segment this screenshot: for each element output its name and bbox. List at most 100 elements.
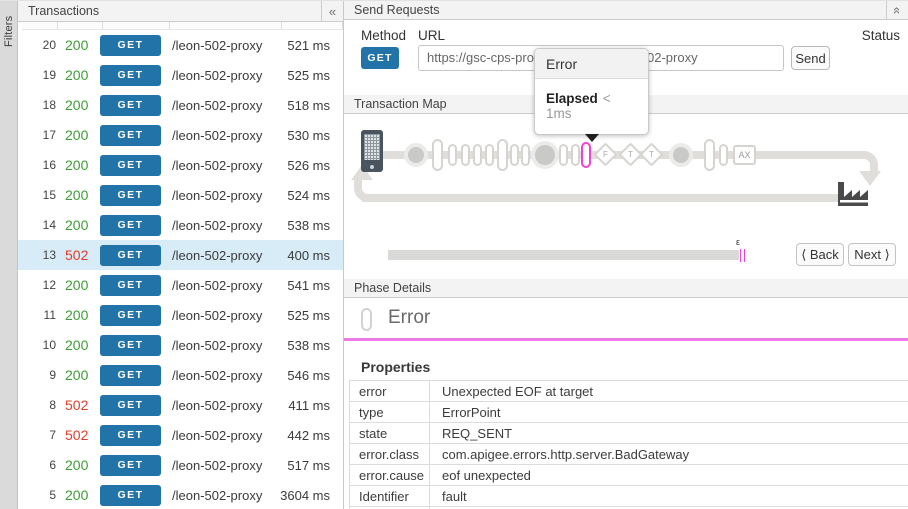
filters-sidebar[interactable]: Filters [0, 1, 18, 509]
error-marker-label: ε [736, 237, 740, 247]
method-badge: GET [100, 305, 161, 326]
transaction-map-title: Transaction Map [354, 97, 447, 111]
transactions-list: 20200GET/leon-502-proxy521 ms19200GET/le… [18, 30, 343, 509]
tooltip-body: Elapsed< 1ms [535, 79, 648, 134]
property-row: Identifierfault [350, 486, 908, 507]
request-path: /leon-502-proxy [172, 128, 269, 143]
transaction-id: 6 [18, 458, 56, 472]
flow-step-pill[interactable] [497, 139, 508, 171]
response-time: 538 ms [269, 338, 343, 353]
transaction-row[interactable]: 8502GET/leon-502-proxy411 ms [18, 390, 343, 420]
send-button[interactable]: Send [791, 46, 830, 70]
transaction-id: 8 [18, 398, 56, 412]
method-badge: GET [100, 425, 161, 446]
url-value-start: https://gsc-cps-pro [427, 50, 534, 65]
transaction-row[interactable]: 7502GET/leon-502-proxy442 ms [18, 420, 343, 450]
flow-step-pill[interactable] [559, 144, 568, 166]
property-row: error.classcom.apigee.errors.http.server… [350, 444, 908, 465]
transaction-id: 13 [18, 248, 56, 262]
collapse-up-icon[interactable]: « [886, 1, 908, 19]
phase-pill-icon [361, 308, 372, 331]
flow-step-circle[interactable] [673, 147, 689, 163]
transaction-id: 15 [18, 188, 56, 202]
request-path: /leon-502-proxy [172, 278, 269, 293]
property-value: com.apigee.errors.http.server.BadGateway [430, 444, 689, 464]
transaction-row[interactable]: 19200GET/leon-502-proxy525 ms [18, 60, 343, 90]
next-button[interactable]: Next ⟩ [848, 243, 896, 266]
method-select-button[interactable]: GET [361, 47, 399, 69]
flow-step-pill[interactable] [485, 144, 494, 166]
transaction-row[interactable]: 18200GET/leon-502-proxy518 ms [18, 90, 343, 120]
transaction-id: 18 [18, 98, 56, 112]
status-code: 502 [65, 397, 98, 413]
condition-diamond[interactable]: F [593, 142, 617, 166]
collapse-left-icon[interactable]: « [321, 1, 343, 21]
flow-corner [854, 151, 878, 173]
transaction-row[interactable]: 12200GET/leon-502-proxy541 ms [18, 270, 343, 300]
analytics-step[interactable]: AX [733, 145, 756, 165]
property-row: typeErrorPoint [350, 402, 908, 423]
property-row: stateREQ_SENT [350, 423, 908, 444]
transaction-row[interactable]: 17200GET/leon-502-proxy530 ms [18, 120, 343, 150]
target-server-icon[interactable] [836, 180, 870, 211]
response-time: 517 ms [269, 458, 343, 473]
flow-step-pill[interactable] [510, 144, 519, 166]
tooltip-pointer-icon [585, 134, 599, 142]
transactions-header: Transactions « [18, 1, 343, 22]
back-button[interactable]: ⟨ Back [796, 243, 844, 266]
property-key: error [350, 381, 430, 401]
transactions-column-header [22, 22, 343, 30]
method-badge: GET [100, 125, 161, 146]
flow-step-pill[interactable] [448, 144, 457, 166]
condition-diamond[interactable]: T [639, 142, 663, 166]
flow-step-pill[interactable] [521, 144, 530, 166]
property-value: fault [430, 486, 467, 506]
response-time: 525 ms [269, 308, 343, 323]
url-value-end: 02-proxy [647, 46, 698, 70]
method-badge: GET [100, 455, 161, 476]
transaction-row[interactable]: 16200GET/leon-502-proxy526 ms [18, 150, 343, 180]
status-code: 200 [65, 67, 98, 83]
transaction-row[interactable]: 15200GET/leon-502-proxy524 ms [18, 180, 343, 210]
properties-table: errorUnexpected EOF at targettypeErrorPo… [349, 380, 908, 509]
transaction-row[interactable]: 13502GET/leon-502-proxy400 ms [18, 240, 343, 270]
send-requests-title: Send Requests [354, 3, 439, 17]
transaction-row[interactable]: 14200GET/leon-502-proxy538 ms [18, 210, 343, 240]
properties-title: Properties [361, 359, 430, 375]
request-path: /leon-502-proxy [172, 428, 269, 443]
transaction-row[interactable]: 10200GET/leon-502-proxy538 ms [18, 330, 343, 360]
transaction-row[interactable]: 5200GET/leon-502-proxy3604 ms [18, 480, 343, 509]
phase-details-title: Phase Details [354, 281, 431, 295]
response-time: 411 ms [269, 398, 343, 413]
method-badge: GET [100, 335, 161, 356]
method-badge: GET [100, 155, 161, 176]
method-badge: GET [100, 275, 161, 296]
error-step-pill-selected[interactable] [581, 142, 591, 168]
transaction-id: 19 [18, 68, 56, 82]
flow-step-pill[interactable] [704, 139, 715, 171]
flow-step-pill[interactable] [473, 144, 482, 166]
transaction-row[interactable]: 20200GET/leon-502-proxy521 ms [18, 30, 343, 60]
transaction-row[interactable]: 6200GET/leon-502-proxy517 ms [18, 450, 343, 480]
transaction-id: 20 [18, 38, 56, 52]
client-device-icon[interactable] [361, 130, 383, 172]
flow-step-pill[interactable] [461, 144, 470, 166]
flow-step-pill[interactable] [432, 139, 443, 171]
method-badge: GET [100, 35, 161, 56]
property-value: eof unexpected [430, 465, 531, 485]
timeline-scrollbar[interactable] [388, 250, 739, 260]
flow-step-pill[interactable] [571, 144, 580, 166]
status-code: 200 [65, 127, 98, 143]
transaction-row[interactable]: 11200GET/leon-502-proxy525 ms [18, 300, 343, 330]
response-flow-line [362, 194, 840, 202]
method-badge: GET [100, 365, 161, 386]
request-path: /leon-502-proxy [172, 188, 269, 203]
flow-step-circle[interactable] [535, 145, 555, 165]
trace-tool-window: Filters Transactions « 20200GET/leon-502… [0, 0, 908, 509]
request-path: /leon-502-proxy [172, 398, 269, 413]
phase-details-header: Phase Details [344, 279, 908, 298]
transaction-row[interactable]: 9200GET/leon-502-proxy546 ms [18, 360, 343, 390]
flow-step-circle[interactable] [408, 147, 424, 163]
transactions-panel: Transactions « 20200GET/leon-502-proxy52… [18, 1, 344, 509]
flow-step-pill[interactable] [719, 144, 728, 166]
